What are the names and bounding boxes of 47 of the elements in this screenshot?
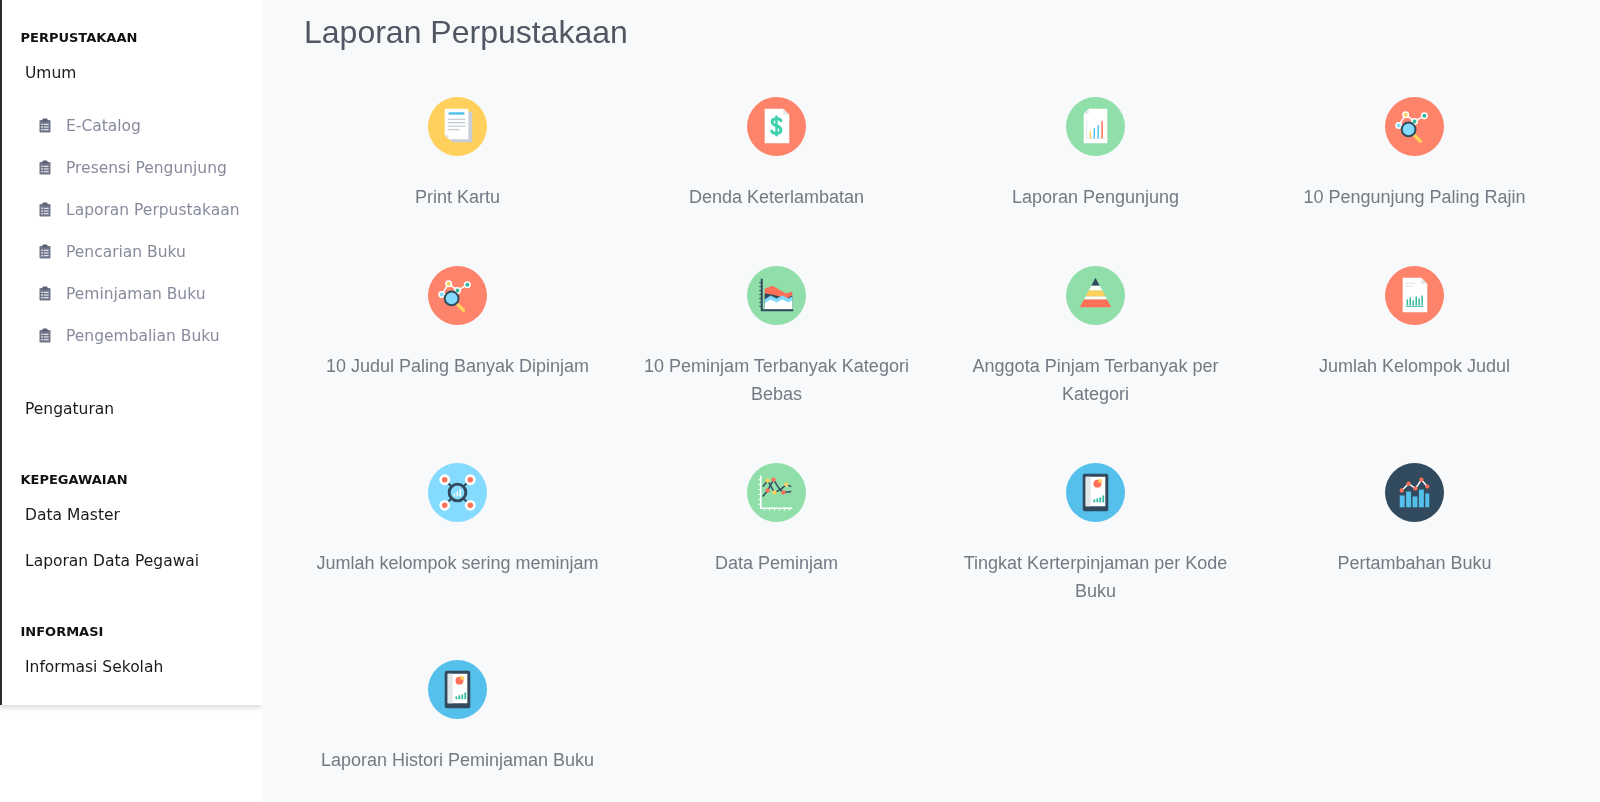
tablet-chart-icon	[1066, 463, 1125, 522]
clipboard-icon	[39, 202, 51, 217]
report-link[interactable]: Jumlah Kelompok Judul	[1318, 266, 1511, 380]
bar-chart-document-icon	[1385, 266, 1444, 325]
bar-chart-document-icon	[1066, 97, 1125, 156]
report-link[interactable]: Pertambahan Buku	[1337, 463, 1492, 577]
report-link[interactable]: 10 Judul Paling Banyak Dipinjam	[325, 266, 590, 380]
section-heading: INFORMASI	[20, 622, 104, 641]
section-heading: KEPEGAWAIAN	[20, 470, 128, 489]
report-link[interactable]: 10 Pengunjung Paling Rajin	[1303, 97, 1526, 211]
magnifier-graph-icon	[1385, 97, 1444, 156]
clipboard-icon	[39, 328, 51, 343]
clipboard-icon	[39, 286, 51, 301]
sidebar-link[interactable]: Pengaturan	[25, 385, 115, 432]
network-hub-icon	[428, 463, 487, 522]
sidebar-link[interactable]: Informasi Sekolah	[25, 643, 164, 690]
tablet-chart-icon	[428, 660, 487, 719]
sidebar-link[interactable]: Laporan Data Pegawai	[25, 537, 200, 584]
report-link[interactable]: Anggota Pinjam Terbanyak per Kategori	[945, 266, 1246, 408]
section-heading: PERPUSTAKAAN	[20, 29, 138, 47]
report-link[interactable]: Laporan Histori Peminjaman Buku	[320, 660, 595, 774]
magnifier-graph-icon	[428, 266, 487, 325]
sidebar-link[interactable]: Umum	[25, 50, 77, 96]
clipboard-icon	[39, 244, 51, 259]
pyramid-icon	[1066, 266, 1125, 325]
sidebar-sublink[interactable]: E-Catalog	[39, 104, 141, 147]
report-link[interactable]: Denda Keterlambatan	[688, 97, 865, 211]
line-chart-icon	[747, 463, 806, 522]
clipboard-icon	[39, 118, 51, 133]
sidebar-sublink[interactable]: Laporan Perpustakaan	[39, 188, 240, 231]
sidebar-sublink[interactable]: Pengembalian Buku	[39, 314, 220, 357]
dollar-document-icon	[747, 97, 806, 156]
area-chart-icon	[747, 266, 806, 325]
clipboard-icon	[39, 160, 51, 175]
report-link[interactable]: Laporan Pengunjung	[1011, 97, 1180, 211]
sidebar-sublink[interactable]: Peminjaman Buku	[39, 272, 206, 315]
report-document-icon	[428, 97, 487, 156]
report-link[interactable]: Jumlah kelompok sering meminjam	[316, 463, 599, 577]
sidebar-link[interactable]: Data Master	[25, 491, 120, 538]
sidebar-sublink[interactable]: Pencarian Buku	[39, 230, 186, 273]
page-title: Laporan Perpustakaan	[304, 13, 628, 51]
report-link[interactable]: Data Peminjam	[714, 463, 838, 577]
sidebar-sublink[interactable]: Presensi Pengunjung	[39, 146, 227, 189]
bar-line-chart-icon	[1385, 463, 1444, 522]
report-link[interactable]: 10 Peminjam Terbanyak Kategori Bebas	[626, 266, 927, 408]
report-link[interactable]: Tingkat Kerterpinjaman per Kode Buku	[945, 463, 1246, 605]
report-link[interactable]: Print Kartu	[414, 97, 500, 211]
